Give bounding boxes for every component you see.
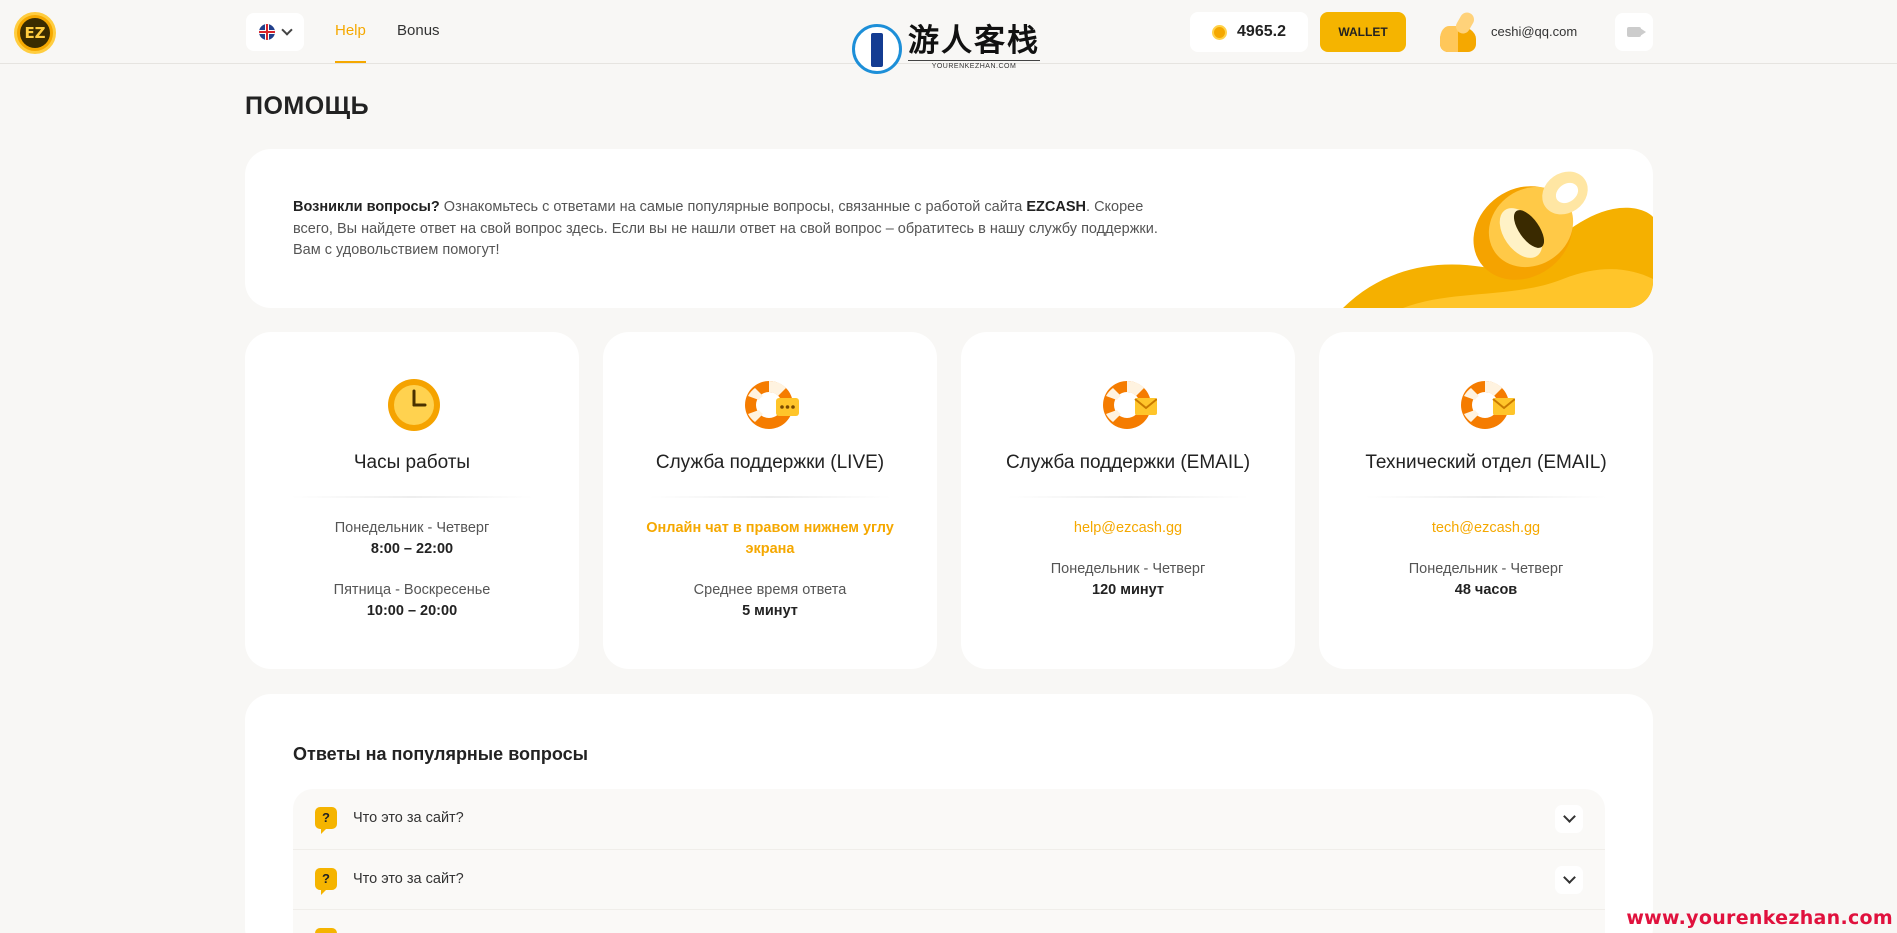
- faq-question: Что это за сайт?: [353, 871, 464, 887]
- intro-card: Возникли вопросы? Ознакомьтесь с ответам…: [245, 149, 1653, 308]
- card-divider: [1007, 496, 1249, 498]
- faq-question: Что это за сайт?: [353, 810, 464, 826]
- hours-weekend-time: 10:00 – 20:00: [366, 603, 458, 619]
- card-divider: [291, 496, 533, 498]
- tech-response-time: 48 часов: [1454, 582, 1518, 598]
- faq-item[interactable]: ? Что это за сайт?: [293, 789, 1605, 849]
- logout-button[interactable]: [1615, 13, 1653, 51]
- lifebuoy-mail-icon: [1103, 380, 1157, 429]
- logo-mark: EZ: [20, 18, 50, 48]
- faq-item[interactable]: ?: [293, 909, 1605, 933]
- watermark-cn-text: 游人客栈: [908, 23, 1040, 59]
- chevron-down-icon: [281, 24, 293, 36]
- tech-title: Технический отдел (EMAIL): [1365, 452, 1607, 473]
- email-title: Служба поддержки (EMAIL): [1005, 452, 1251, 473]
- hours-weekday-label: Понедельник - Четверг: [334, 520, 490, 536]
- balance-display: 4965.2: [1190, 12, 1308, 52]
- intro-lead: Возникли вопросы?: [293, 199, 440, 215]
- hours-card: Часы работы Понедельник - Четверг 8:00 –…: [245, 332, 579, 669]
- expand-button[interactable]: [1555, 805, 1583, 833]
- watermark-logo: 游人客栈 YOURENKEZHAN.COM: [852, 24, 1040, 76]
- live-chat-hint: Онлайн чат в правом нижнем углу экрана: [646, 520, 894, 557]
- faq-item[interactable]: ? Что это за сайт?: [293, 849, 1605, 909]
- email-response-label: Понедельник - Четверг: [1050, 561, 1206, 577]
- tech-support-card: Технический отдел (EMAIL) tech@ezcash.gg…: [1319, 332, 1653, 669]
- user-email[interactable]: ceshi@qq.com: [1491, 24, 1577, 39]
- chevron-down-icon: [1562, 871, 1576, 884]
- card-divider: [1365, 496, 1607, 498]
- live-response-label: Среднее время ответа: [693, 582, 847, 598]
- hours-weekend-label: Пятница - Воскресенье: [333, 582, 491, 598]
- coin-icon: [1212, 24, 1228, 40]
- clock-icon: [388, 379, 440, 431]
- uk-flag-icon: [259, 24, 275, 40]
- intro-text: Возникли вопросы? Ознакомьтесь с ответам…: [293, 197, 1173, 262]
- wallet-button[interactable]: WALLET: [1320, 12, 1406, 52]
- live-title: Служба поддержки (LIVE): [655, 452, 885, 473]
- site-logo[interactable]: EZ: [14, 12, 56, 54]
- expand-button[interactable]: [1555, 866, 1583, 894]
- hours-title: Часы работы: [353, 452, 471, 473]
- site-watermark: www.yourenkezhan.com: [1626, 907, 1893, 929]
- chevron-down-icon: [1562, 810, 1576, 823]
- question-icon: ?: [315, 807, 337, 834]
- hours-weekday-time: 8:00 – 22:00: [370, 541, 454, 557]
- question-icon: ?: [315, 928, 337, 933]
- balance-value: 4965.2: [1237, 23, 1286, 40]
- language-selector[interactable]: [246, 13, 304, 51]
- nav-bonus-link[interactable]: Bonus: [397, 22, 440, 39]
- watermark-en-text: YOURENKEZHAN.COM: [908, 60, 1040, 70]
- lifebuoy-chat-icon: [745, 380, 799, 429]
- page-title: ПОМОЩЬ: [245, 92, 370, 120]
- lifebuoy-mail-icon: [1461, 380, 1515, 429]
- watermark-emblem-icon: [852, 24, 902, 74]
- question-icon: ?: [315, 868, 337, 895]
- coin-wave-illustration: [1343, 171, 1653, 308]
- avatar[interactable]: [1440, 9, 1477, 52]
- intro-brand: EZCASH: [1026, 199, 1087, 215]
- logout-icon: [1627, 27, 1646, 37]
- faq-title: Ответы на популярные вопросы: [293, 744, 589, 764]
- live-support-card: Служба поддержки (LIVE) Онлайн чат в пра…: [603, 332, 937, 669]
- support-email-link[interactable]: help@ezcash.gg: [981, 518, 1275, 539]
- email-response-time: 120 минут: [1092, 582, 1164, 598]
- intro-text-1: Ознакомьтесь с ответами на самые популяр…: [439, 199, 1027, 215]
- card-divider: [649, 496, 891, 498]
- faq-section: Ответы на популярные вопросы ? Что это з…: [245, 694, 1653, 933]
- tech-response-label: Понедельник - Четверг: [1408, 561, 1564, 577]
- tech-email-link[interactable]: tech@ezcash.gg: [1339, 518, 1633, 539]
- email-support-card: Служба поддержки (EMAIL) help@ezcash.gg …: [961, 332, 1295, 669]
- live-response-time: 5 минут: [742, 603, 798, 619]
- nav-help-link[interactable]: Help: [335, 22, 366, 63]
